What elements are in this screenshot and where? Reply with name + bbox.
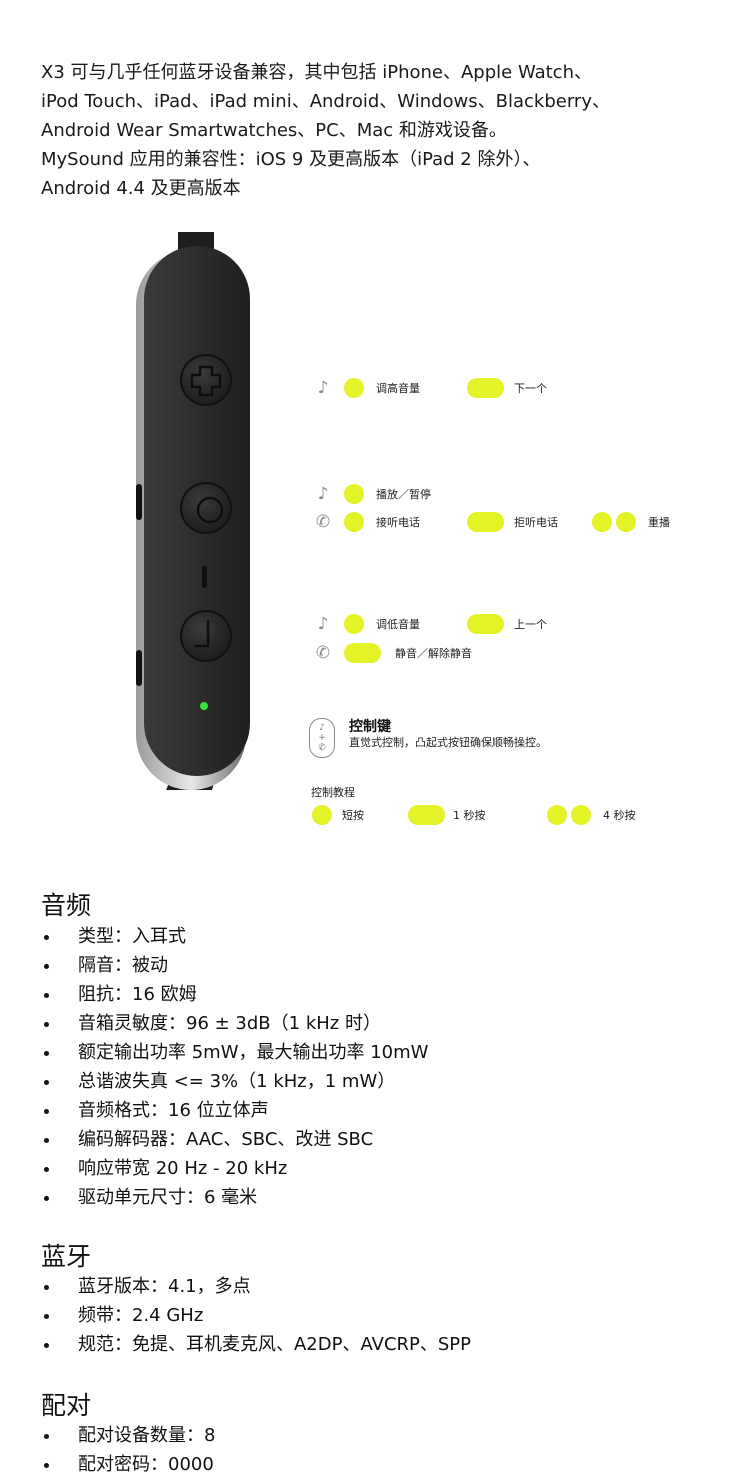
double-press-dot — [592, 512, 612, 532]
one-sec-press-pill — [408, 805, 445, 825]
phone-icon: ✆ — [315, 643, 331, 663]
list-item: 蓝牙版本：4.1，多点 — [41, 1272, 471, 1301]
list-item: 类型：入耳式 — [41, 922, 428, 951]
mute-label: 静音／解除静音 — [395, 647, 472, 660]
tutorial-title: 控制教程 — [311, 786, 355, 799]
short-press-label: 短按 — [342, 809, 364, 822]
intro-line: MySound 应用的兼容性：iOS 9 及更高版本（iPad 2 除外）、 — [41, 149, 541, 170]
remote-illustration — [136, 232, 250, 790]
volume-up-button[interactable] — [180, 354, 232, 406]
double-press-dot — [547, 805, 567, 825]
control-keys-info: ♪ + ✆ 控制键 直觉式控制，凸起式按钮确保顺畅操控。 — [309, 718, 547, 758]
redial-label: 重播 — [648, 516, 670, 529]
double-press-dot — [571, 805, 591, 825]
play-pause-label: 播放／暂停 — [376, 488, 431, 501]
intro-line: iPod Touch、iPad、iPad mini、Android、Window… — [41, 91, 610, 112]
short-press-dot — [344, 512, 364, 532]
answer-call-label: 接听电话 — [376, 516, 420, 529]
tutorial-legend: 短按 1 秒按 4 秒按 — [312, 805, 636, 825]
list-item: 音箱灵敏度：96 ± 3dB（1 kHz 时） — [41, 1009, 428, 1038]
intro-line: Android 4.4 及更高版本 — [41, 178, 241, 199]
list-item: 阻抗：16 欧姆 — [41, 980, 428, 1009]
control-key-badge-icon: ♪ + ✆ — [309, 718, 335, 758]
bluetooth-spec-list: 蓝牙版本：4.1，多点 频带：2.4 GHz 规范：免提、耳机麦克风、A2DP、… — [41, 1272, 471, 1359]
control-keys-description: 直觉式控制，凸起式按钮确保顺畅操控。 — [349, 736, 547, 749]
intro-line: X3 可与几乎任何蓝牙设备兼容，其中包括 iPhone、Apple Watch、 — [41, 62, 592, 83]
side-port — [136, 484, 142, 520]
music-note-icon: ♪ — [317, 614, 329, 634]
list-item: 音频格式：16 位立体声 — [41, 1096, 428, 1125]
short-press-dot — [344, 484, 364, 504]
previous-label: 上一个 — [514, 618, 547, 631]
mic-hole — [202, 566, 207, 588]
list-item: 隔音：被动 — [41, 951, 428, 980]
one-sec-press-pill — [467, 378, 504, 398]
list-item: 驱动单元尺寸：6 毫米 — [41, 1183, 428, 1212]
short-press-dot — [344, 614, 364, 634]
compatibility-intro: X3 可与几乎任何蓝牙设备兼容，其中包括 iPhone、Apple Watch、… — [41, 58, 721, 203]
double-press-dot — [616, 512, 636, 532]
four-sec-press-label: 4 秒按 — [603, 809, 636, 822]
list-item: 频带：2.4 GHz — [41, 1301, 471, 1330]
ctrl-row-call: ✆ 接听电话 拒听电话 重播 — [314, 512, 670, 532]
one-sec-press-pill — [467, 512, 504, 532]
volume-down-button[interactable] — [180, 610, 232, 662]
one-sec-press-pill — [344, 643, 381, 663]
ctrl-row-volume-down: ♪ 调低音量 上一个 — [314, 614, 547, 634]
next-label: 下一个 — [514, 382, 547, 395]
list-item: 编码解码器：AAC、SBC、改进 SBC — [41, 1125, 428, 1154]
section-title-audio: 音频 — [41, 891, 92, 920]
list-item: 配对密码：0000 — [41, 1450, 215, 1479]
side-port — [136, 650, 142, 686]
section-title-bluetooth: 蓝牙 — [41, 1242, 92, 1271]
phone-icon: ✆ — [315, 512, 331, 532]
led-indicator — [200, 702, 208, 710]
multifunction-button[interactable] — [180, 482, 232, 534]
one-sec-press-pill — [467, 614, 504, 634]
ctrl-row-volume-up: ♪ 调高音量 下一个 — [314, 378, 547, 398]
remote-control-image — [130, 232, 270, 792]
one-sec-press-label: 1 秒按 — [453, 809, 486, 822]
pairing-spec-list: 配对设备数量：8 配对密码：0000 — [41, 1421, 215, 1479]
short-press-dot — [312, 805, 332, 825]
control-keys-title: 控制键 — [349, 719, 391, 735]
short-press-dot — [344, 378, 364, 398]
list-item: 额定输出功率 5mW，最大输出功率 10mW — [41, 1038, 428, 1067]
list-item: 响应带宽 20 Hz - 20 kHz — [41, 1154, 428, 1183]
music-note-icon: ♪ — [317, 378, 329, 398]
list-item: 配对设备数量：8 — [41, 1421, 215, 1450]
audio-spec-list: 类型：入耳式 隔音：被动 阻抗：16 欧姆 音箱灵敏度：96 ± 3dB（1 k… — [41, 922, 428, 1212]
volume-up-label: 调高音量 — [376, 382, 420, 395]
music-note-icon: ♪ — [317, 484, 329, 504]
intro-line: Android Wear Smartwatches、PC、Mac 和游戏设备。 — [41, 120, 507, 141]
volume-down-label: 调低音量 — [376, 618, 420, 631]
list-item: 总谐波失真 <= 3%（1 kHz，1 mW） — [41, 1067, 428, 1096]
list-item: 规范：免提、耳机麦克风、A2DP、AVCRP、SPP — [41, 1330, 471, 1359]
section-title-pairing: 配对 — [41, 1391, 92, 1420]
ctrl-row-mute: ✆ 静音／解除静音 — [314, 643, 472, 663]
ctrl-row-play-pause: ♪ 播放／暂停 — [314, 484, 431, 504]
reject-call-label: 拒听电话 — [514, 516, 558, 529]
